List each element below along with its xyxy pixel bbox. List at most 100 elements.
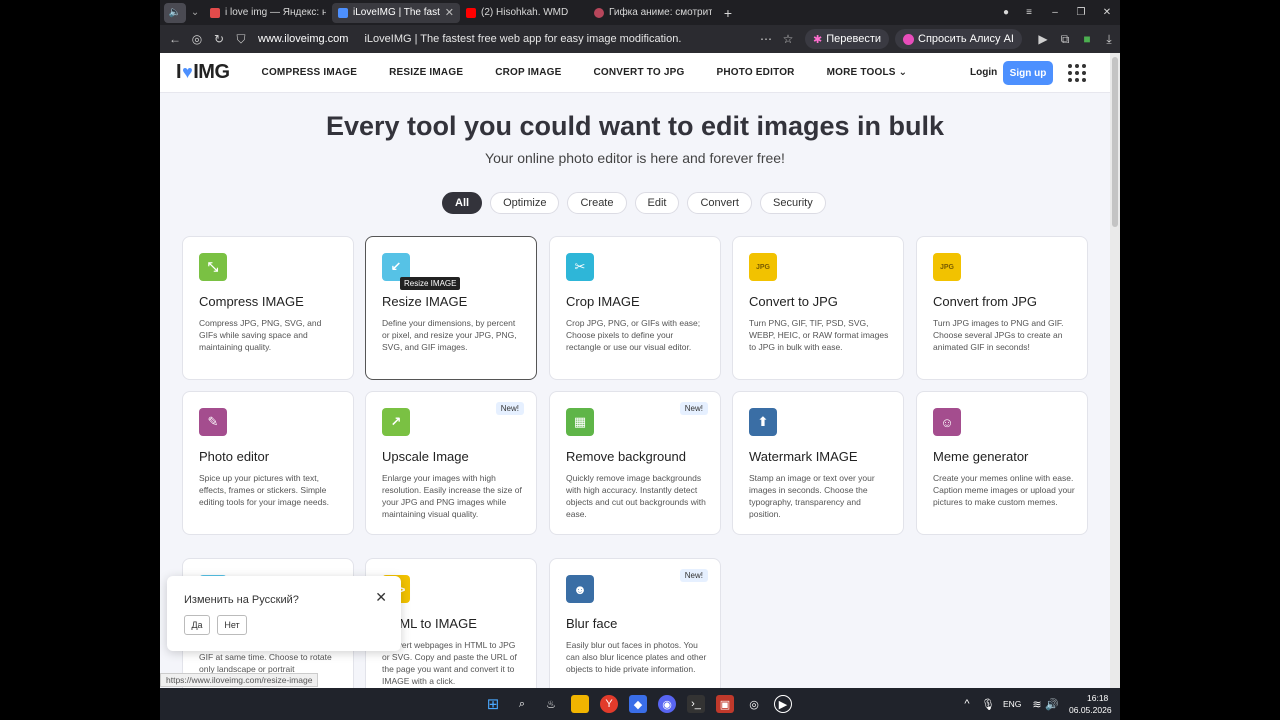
tab-anime-gif[interactable]: Гифка аниме: смотрите и	[588, 3, 718, 23]
tool-description: Turn JPG images to PNG and GIF. Choose s…	[933, 318, 1064, 352]
bookmark-icon[interactable]: ☆	[777, 32, 799, 46]
tool-name: Meme generator	[933, 449, 1029, 464]
filter-all[interactable]: All	[442, 192, 483, 214]
close-tab-icon[interactable]: ✕	[445, 6, 454, 19]
tool-card-blur-face[interactable]: ☻ Blur face Easily blur out faces in photo…	[549, 558, 721, 688]
apps-grid-icon[interactable]	[1068, 64, 1086, 82]
filter-security[interactable]: Security	[760, 192, 826, 214]
scrollbar-thumb[interactable]	[1112, 57, 1118, 227]
download-icon[interactable]: ⤓	[1098, 32, 1120, 47]
tab-youtube[interactable]: (2) Hisohkah. WMD	[460, 3, 588, 23]
tab-iloveimg[interactable]: iLoveIMG | The fastest ✕	[332, 2, 460, 23]
tab-list-chevron-icon[interactable]: ⌄	[186, 3, 204, 23]
volume-icon[interactable]: 🔊	[1043, 695, 1061, 713]
media-app-icon[interactable]: ▣	[716, 695, 734, 713]
translate-icon: ✱	[813, 33, 823, 46]
site-security-icon[interactable]: ⛉	[230, 32, 252, 47]
tool-card-remove-background[interactable]: ▦ Remove background Quickly remove image b…	[549, 391, 721, 535]
window-close-icon[interactable]: ✕	[1094, 3, 1120, 23]
microphone-icon[interactable]: 🎙	[979, 695, 997, 713]
translate-question: Изменить на Русский?	[184, 594, 299, 606]
tool-card-photo-editor[interactable]: ✎ Photo editor Spice up your pictures with…	[182, 391, 354, 535]
translate-page-button[interactable]: ✱ Перевести	[805, 29, 890, 49]
more-dots-icon[interactable]: ⋯	[755, 32, 777, 46]
nav-convert-to-jpg[interactable]: CONVERT TO JPG	[593, 67, 684, 78]
clock-time[interactable]: 16:18	[1087, 693, 1108, 703]
tool-description: Create your memes online with ease. Capt…	[933, 473, 1075, 507]
show-hidden-icons-icon[interactable]: ^	[958, 695, 976, 713]
tool-description: Stamp an image or text over your images …	[749, 473, 875, 519]
filter-convert[interactable]: Convert	[687, 192, 752, 214]
browser-tab-strip: 🔈 ⌄ i love img — Яндекс: наш iLoveIMG | …	[160, 0, 1120, 25]
meme-face-icon: ☺	[933, 408, 961, 436]
discord-icon[interactable]: ◉	[658, 695, 676, 713]
tool-card-upscale-image[interactable]: ↗ Upscale Image Enlarge your images with h…	[365, 391, 537, 535]
address-bar: ← ◎ ↻ ⛉ www.iloveimg.com iLoveIMG | The …	[160, 25, 1120, 53]
tool-card-meme-generator[interactable]: ☺ Meme generator Create your memes online …	[916, 391, 1088, 535]
nav-crop-image[interactable]: CROP IMAGE	[495, 67, 561, 78]
tool-name: Upscale Image	[382, 449, 469, 464]
translate-no-button[interactable]: Нет	[217, 615, 247, 635]
url-domain[interactable]: www.iloveimg.com	[258, 33, 348, 45]
app-icon[interactable]: ◆	[629, 695, 647, 713]
filter-create[interactable]: Create	[567, 192, 627, 214]
hero-title: Every tool you could want to edit images…	[325, 111, 945, 141]
tool-card-resize-image[interactable]: ↙ Resize IMAGE Define your dimensions, by …	[365, 236, 537, 380]
nav-more-tools[interactable]: MORE TOOLS ⌄	[827, 67, 908, 78]
language-indicator[interactable]: ENG	[1003, 699, 1021, 709]
signup-button[interactable]: Sign up	[1003, 61, 1053, 85]
filter-optimize[interactable]: Optimize	[490, 192, 560, 214]
tool-description: Turn PNG, GIF, TIF, PSD, SVG, WEBP, HEIC…	[749, 318, 889, 352]
nav-resize-image[interactable]: RESIZE IMAGE	[389, 67, 463, 78]
back-icon[interactable]: ←	[164, 32, 186, 46]
screen: 🔈 ⌄ i love img — Яндекс: наш iLoveIMG | …	[0, 0, 1280, 720]
minimize-icon[interactable]: –	[1042, 3, 1068, 23]
tool-card-crop-image[interactable]: ✂ Crop IMAGE Crop JPG, PNG, or GIFs with e…	[549, 236, 721, 380]
iloveimg-logo[interactable]: I ♥ IMG	[176, 61, 230, 84]
browser-menu-icon[interactable]: ≡	[1016, 3, 1042, 23]
new-tab-icon[interactable]: +	[718, 3, 738, 23]
tool-card-convert-from-jpg[interactable]: JPG Convert from JPG Turn JPG images to PN…	[916, 236, 1088, 380]
ask-alice-button[interactable]: Спросить Алису AI	[895, 29, 1022, 49]
extensions-icon[interactable]: ⧉	[1054, 32, 1076, 47]
new-badge: New!	[679, 402, 708, 415]
steam-icon[interactable]: ♨	[542, 695, 560, 713]
upscale-icon: ↗	[382, 408, 410, 436]
tool-card-convert-to-jpg[interactable]: JPG Convert to JPG Turn PNG, GIF, TIF, PSD…	[732, 236, 904, 380]
translate-yes-button[interactable]: Да	[184, 615, 210, 635]
restore-icon[interactable]: ❐	[1068, 3, 1094, 23]
yandex-home-icon[interactable]: ◎	[186, 32, 208, 46]
blur-face-icon: ☻	[566, 575, 594, 603]
close-icon[interactable]: ✕	[375, 589, 387, 606]
sound-icon[interactable]: 🔈	[164, 2, 186, 23]
yandex-browser-icon[interactable]: Y	[600, 695, 618, 713]
terminal-icon[interactable]: ›_	[687, 695, 705, 713]
tool-description: Crop JPG, PNG, or GIFs with ease; Choose…	[566, 318, 701, 352]
media-player-icon[interactable]: ▶	[774, 695, 792, 713]
tool-name: Convert from JPG	[933, 294, 1038, 309]
nav-photo-editor[interactable]: PHOTO EDITOR	[716, 67, 794, 78]
tool-card-compress-image[interactable]: ⤡ Compress IMAGE Compress JPG, PNG, SVG, a…	[182, 236, 354, 380]
new-badge: New!	[495, 402, 524, 415]
reload-icon[interactable]: ↻	[208, 32, 230, 46]
search-icon[interactable]: ⌕	[513, 695, 531, 713]
login-link[interactable]: Login	[970, 67, 997, 78]
tool-name: Resize IMAGE	[382, 294, 468, 309]
chrome-icon[interactable]: ◎	[745, 695, 763, 713]
translate-popup: Изменить на Русский? ✕ Да Нет	[167, 576, 401, 651]
play-extension-icon[interactable]: ▶	[1032, 32, 1054, 46]
tool-name: Photo editor	[199, 449, 270, 464]
pencil-icon: ✎	[199, 408, 227, 436]
nav-compress-image[interactable]: COMPRESS IMAGE	[262, 67, 358, 78]
clock-date[interactable]: 06.05.2026	[1069, 705, 1112, 715]
tab-yandex[interactable]: i love img — Яндекс: наш	[204, 3, 332, 23]
filter-edit[interactable]: Edit	[634, 192, 680, 214]
profile-icon[interactable]: ●	[996, 3, 1016, 23]
file-explorer-icon[interactable]	[571, 695, 589, 713]
compress-icon: ⤡	[199, 253, 227, 281]
shield-extension-icon[interactable]: ■	[1076, 32, 1098, 46]
url-page-title[interactable]: iLoveIMG | The fastest free web app for …	[364, 33, 681, 45]
tool-card-watermark-image[interactable]: ⬆ Watermark IMAGE Stamp an image or text o…	[732, 391, 904, 535]
windows-start-icon[interactable]: ⊞	[484, 695, 502, 713]
scrollbar[interactable]	[1110, 53, 1120, 688]
